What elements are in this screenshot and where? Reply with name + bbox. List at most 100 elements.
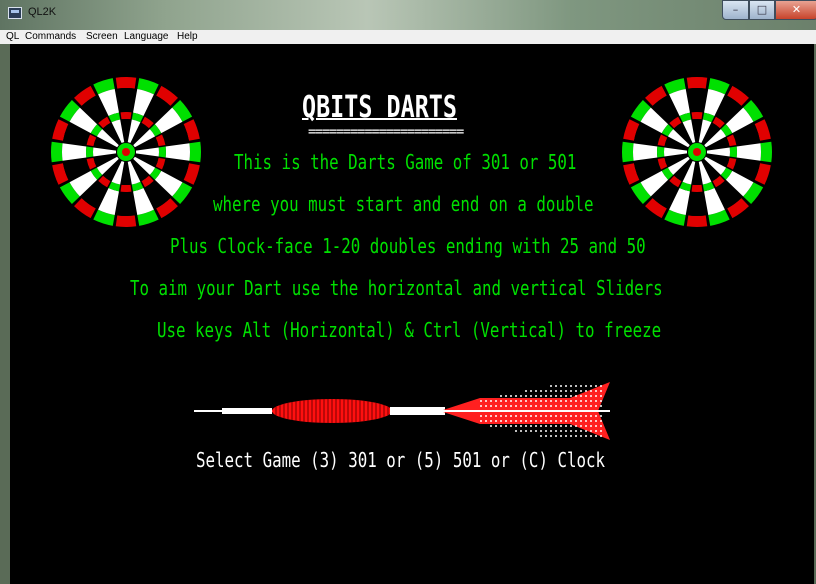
flight-dot bbox=[600, 400, 602, 402]
flight-dot bbox=[540, 420, 542, 422]
flight-dot bbox=[600, 425, 602, 427]
flight-dot bbox=[600, 435, 602, 437]
flight-dot bbox=[590, 420, 592, 422]
flight-dot bbox=[540, 415, 542, 417]
flight-dot bbox=[525, 425, 527, 427]
flight-dot bbox=[530, 420, 532, 422]
flight-dot bbox=[535, 415, 537, 417]
flight-dot bbox=[565, 405, 567, 407]
info-line-2: where you must start and end on a double bbox=[213, 192, 594, 216]
close-button[interactable]: ✕ bbox=[775, 0, 816, 20]
flight-dot bbox=[540, 435, 542, 437]
flight-dot bbox=[575, 395, 577, 397]
flight-dot bbox=[545, 390, 547, 392]
flight-dot bbox=[545, 395, 547, 397]
menu-commands[interactable]: Commands bbox=[25, 30, 76, 44]
info-line-4: To aim your Dart use the horizontal and … bbox=[130, 276, 663, 300]
flight-dot bbox=[555, 430, 557, 432]
flight-dot bbox=[545, 435, 547, 437]
flight-dot bbox=[600, 395, 602, 397]
flight-dot bbox=[530, 415, 532, 417]
flight-dot bbox=[585, 415, 587, 417]
flight-dot bbox=[570, 435, 572, 437]
board-segment bbox=[657, 146, 665, 158]
flight-dot bbox=[545, 400, 547, 402]
flight-dot bbox=[600, 415, 602, 417]
app-icon[interactable] bbox=[8, 7, 22, 19]
flight-dot bbox=[540, 425, 542, 427]
flight-dot bbox=[565, 395, 567, 397]
flight-dot bbox=[495, 425, 497, 427]
flight-dot bbox=[585, 385, 587, 387]
flight-dot bbox=[530, 425, 532, 427]
flight-dot bbox=[570, 405, 572, 407]
board-segment bbox=[691, 112, 703, 120]
flight-dot bbox=[500, 405, 502, 407]
flight-dot bbox=[495, 415, 497, 417]
flight-dot bbox=[570, 390, 572, 392]
dartboard-left-icon bbox=[49, 75, 203, 229]
flight-dot bbox=[600, 420, 602, 422]
flight-dot bbox=[555, 415, 557, 417]
flight-dot bbox=[550, 435, 552, 437]
flight-dot bbox=[550, 420, 552, 422]
flight-dot bbox=[595, 395, 597, 397]
flight-dot bbox=[575, 430, 577, 432]
flight-dot bbox=[600, 390, 602, 392]
flight-dot bbox=[555, 425, 557, 427]
flight-dot bbox=[590, 415, 592, 417]
flight-dot bbox=[585, 395, 587, 397]
menu-language[interactable]: Language bbox=[124, 30, 169, 44]
flight-dot bbox=[545, 420, 547, 422]
flight-dot bbox=[595, 430, 597, 432]
flight-dot bbox=[520, 430, 522, 432]
flight-dot bbox=[545, 415, 547, 417]
emulator-screen[interactable]: QBITS DARTS ====================== This … bbox=[10, 44, 814, 584]
menu-ql[interactable]: QL bbox=[6, 30, 19, 44]
board-segment bbox=[120, 184, 132, 192]
flight-dot bbox=[580, 400, 582, 402]
title-bar[interactable]: QL2K – □ ✕ bbox=[0, 0, 816, 30]
flight-dot bbox=[590, 400, 592, 402]
flight-dot bbox=[595, 400, 597, 402]
flight-dot bbox=[585, 405, 587, 407]
flight-dot bbox=[570, 420, 572, 422]
flight-dot bbox=[515, 395, 517, 397]
flight-dot bbox=[590, 405, 592, 407]
flight-dot bbox=[565, 420, 567, 422]
flight-dot bbox=[570, 385, 572, 387]
flight-dot bbox=[565, 390, 567, 392]
flight-dot bbox=[585, 425, 587, 427]
flight-dot bbox=[590, 385, 592, 387]
menu-help[interactable]: Help bbox=[177, 30, 198, 44]
flight-dot bbox=[520, 400, 522, 402]
menu-screen[interactable]: Screen bbox=[86, 30, 118, 44]
flight-dot bbox=[525, 395, 527, 397]
flight-dot bbox=[540, 390, 542, 392]
maximize-button[interactable]: □ bbox=[749, 0, 775, 20]
flight-dot bbox=[515, 405, 517, 407]
flight-dot bbox=[590, 430, 592, 432]
flight-dot bbox=[550, 415, 552, 417]
info-line-5: Use keys Alt (Horizontal) & Ctrl (Vertic… bbox=[157, 318, 662, 342]
flight-dot bbox=[580, 405, 582, 407]
board-segment bbox=[729, 146, 737, 158]
flight-dot bbox=[560, 415, 562, 417]
flight-dot bbox=[545, 405, 547, 407]
flight-dot bbox=[570, 415, 572, 417]
flight-dot bbox=[530, 395, 532, 397]
flight-dot bbox=[540, 400, 542, 402]
flight-dot bbox=[480, 400, 482, 402]
flight-dot bbox=[555, 400, 557, 402]
board-segment bbox=[622, 141, 634, 163]
flight-dot bbox=[580, 415, 582, 417]
window-title: QL2K bbox=[28, 6, 57, 18]
flight-dot bbox=[535, 425, 537, 427]
flight-dot bbox=[580, 395, 582, 397]
flight-dot bbox=[485, 400, 487, 402]
board-segment bbox=[158, 146, 166, 158]
flight-dot bbox=[550, 385, 552, 387]
minimize-button[interactable]: – bbox=[722, 0, 749, 20]
flight-dot bbox=[490, 425, 492, 427]
game-title: QBITS DARTS bbox=[302, 90, 457, 125]
